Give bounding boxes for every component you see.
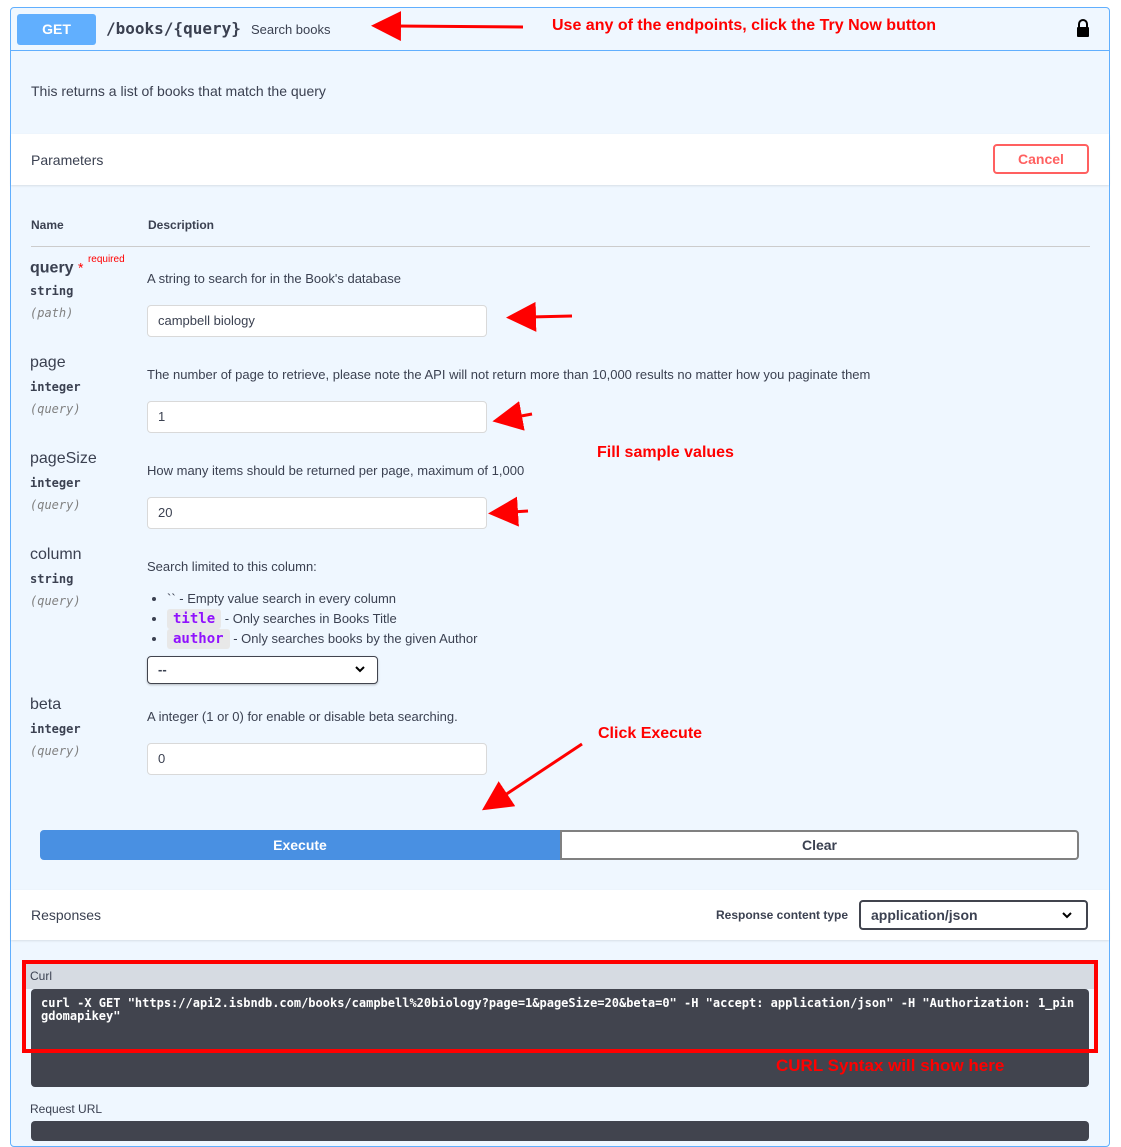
param-type: integer	[30, 722, 81, 736]
content-type-label: Response content type	[716, 908, 849, 922]
param-type: string	[30, 572, 74, 586]
param-location: (query)	[30, 402, 81, 416]
select-value: application/json	[871, 907, 978, 923]
divider	[31, 246, 1090, 247]
option-text: - Empty value search in every column	[175, 591, 397, 606]
required-label: required	[87, 254, 125, 265]
beta-input[interactable]: 0	[147, 743, 487, 775]
pagesize-input[interactable]: 20	[147, 497, 487, 529]
chevron-down-icon	[355, 666, 365, 673]
parameters-title: Parameters	[31, 152, 104, 168]
param-location: (query)	[30, 594, 81, 608]
param-location: (path)	[30, 306, 74, 320]
select-value: --	[158, 662, 167, 677]
responses-bar: Responses Response content type applicat…	[11, 890, 1109, 940]
param-type: integer	[30, 476, 81, 490]
chevron-down-icon	[1062, 912, 1072, 919]
param-name: beta	[30, 696, 62, 713]
annotation-execute: Click Execute	[598, 725, 703, 742]
request-url-code	[31, 1121, 1089, 1141]
column-options-list: `` - Empty value search in every column …	[167, 589, 477, 649]
responses-title: Responses	[31, 907, 102, 923]
lock-icon[interactable]	[1075, 18, 1091, 38]
col-name-header: Name	[31, 218, 64, 232]
column-select[interactable]: --	[147, 656, 378, 684]
option-text: - Only searches in Books Title	[221, 611, 397, 626]
option-code: author	[167, 629, 230, 649]
param-name: query	[30, 259, 74, 277]
annotation-fill: Fill sample values	[597, 444, 734, 461]
param-type: integer	[30, 380, 81, 394]
method-badge: GET	[17, 14, 96, 45]
param-description: Search limited to this column:	[147, 559, 317, 574]
parameters-bar: Parameters Cancel	[11, 134, 1109, 185]
param-location: (query)	[30, 744, 81, 758]
param-type: string	[30, 284, 74, 298]
content-type-select[interactable]: application/json	[859, 900, 1088, 930]
annotation-curl: CURL Syntax will show here	[776, 1056, 1005, 1075]
curl-highlight-box	[22, 960, 1098, 1053]
execute-button[interactable]: Execute	[40, 830, 560, 860]
page-input[interactable]: 1	[147, 401, 487, 433]
annotation-top: Use any of the endpoints, click the Try …	[552, 17, 937, 34]
param-name: page	[30, 354, 66, 371]
param-description: A string to search for in the Book's dat…	[147, 271, 401, 286]
operation-summary: Search books	[251, 22, 331, 37]
clear-button[interactable]: Clear	[560, 830, 1079, 860]
list-item: `` - Empty value search in every column	[167, 589, 477, 609]
param-location: (query)	[30, 498, 81, 512]
param-description: A integer (1 or 0) for enable or disable…	[147, 709, 458, 724]
required-star: *	[78, 259, 84, 276]
param-description: The number of page to retrieve, please n…	[147, 367, 871, 382]
option-code: ``	[167, 591, 176, 606]
option-text: - Only searches books by the given Autho…	[229, 631, 478, 646]
param-name: column	[30, 546, 82, 563]
operation-path: /books/{query}	[106, 19, 241, 38]
request-url-label: Request URL	[30, 1102, 103, 1116]
query-input[interactable]: campbell biology	[147, 305, 487, 337]
param-name: pageSize	[30, 450, 97, 467]
list-item: title - Only searches in Books Title	[167, 609, 477, 629]
operation-description: This returns a list of books that match …	[31, 83, 326, 99]
param-query: query * required	[30, 254, 125, 277]
cancel-button[interactable]: Cancel	[993, 144, 1089, 174]
param-description: How many items should be returned per pa…	[147, 463, 525, 478]
option-code: title	[167, 609, 222, 629]
col-desc-header: Description	[148, 218, 215, 232]
list-item: author - Only searches books by the give…	[167, 629, 477, 649]
